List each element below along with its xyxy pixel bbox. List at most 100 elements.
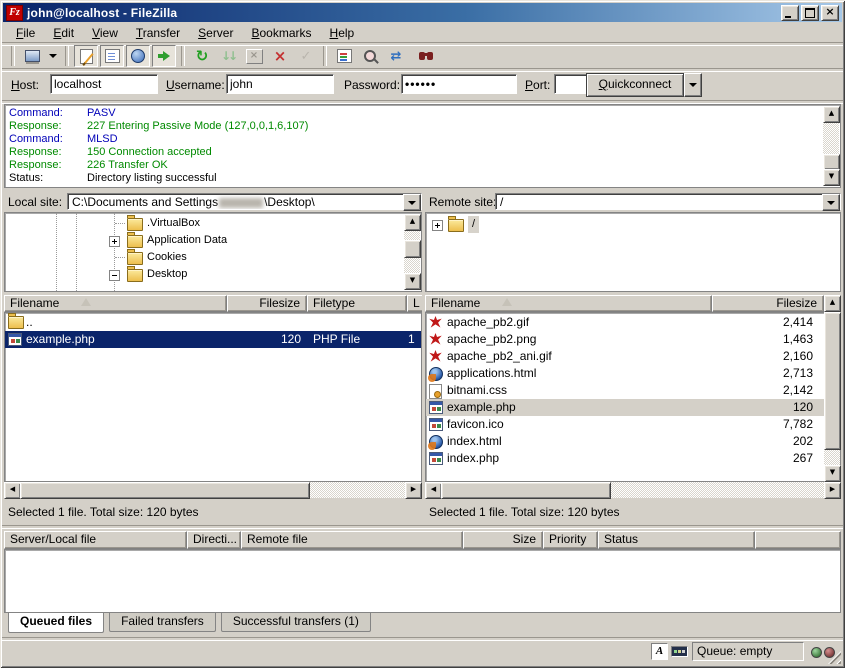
toolbar-separator (65, 46, 69, 66)
menu-item-transfer[interactable]: Transfer (127, 25, 189, 41)
file-row[interactable]: apache_pb2.png1,463 (426, 331, 824, 348)
scroll-down-button[interactable]: ▼ (404, 273, 421, 290)
file-name: apache_pb2.gif (447, 314, 702, 331)
file-row[interactable]: applications.html2,713 (426, 365, 824, 382)
remote-site-row: Remote site: / (425, 193, 841, 211)
menu-item-server[interactable]: Server (189, 25, 242, 41)
tab-successful-transfers[interactable]: Successful transfers (1) (221, 613, 371, 632)
tab-failed-transfers[interactable]: Failed transfers (109, 613, 216, 632)
tree-item-cookies[interactable]: Cookies (5, 249, 421, 266)
log-scrollbar[interactable]: ▲ ▼ (823, 106, 839, 186)
tab-queued-files[interactable]: Queued files (8, 613, 104, 633)
toggle-local-tree-button[interactable] (100, 45, 124, 67)
scroll-right-button[interactable]: ▶ (405, 482, 422, 499)
file-name: applications.html (447, 365, 702, 382)
remote-list-hscrollbar[interactable]: ◀ ▶ (425, 482, 841, 498)
close-button[interactable]: × (821, 5, 839, 21)
scrollbar-thumb[interactable] (823, 154, 840, 170)
cancel-operation-button[interactable]: × (242, 45, 266, 67)
file-row[interactable]: bitnami.css2,142 (426, 382, 824, 399)
file-row-selected[interactable]: example.php120 (426, 399, 824, 416)
scroll-up-button[interactable]: ▲ (404, 214, 421, 231)
minimize-button[interactable] (781, 5, 799, 21)
disconnect-button[interactable]: × (268, 45, 292, 67)
quickconnect-dropdown-button[interactable] (684, 73, 702, 97)
toggle-remote-tree-button[interactable] (126, 45, 150, 67)
file-row-example-php[interactable]: example.php 120 PHP File 1 (5, 331, 421, 348)
file-row[interactable]: apache_pb2_ani.gif2,160 (426, 348, 824, 365)
column-header-filetype[interactable]: Filetype (307, 295, 407, 312)
scrollbar-thumb[interactable] (441, 482, 611, 499)
file-row[interactable]: favicon.ico7,782 (426, 416, 824, 433)
column-header-filename[interactable]: Filename (425, 295, 712, 312)
toggle-message-log-button[interactable] (74, 45, 98, 67)
local-site-dropdown-button[interactable] (403, 194, 421, 211)
file-name: index.php (447, 450, 702, 467)
collapse-minus-icon[interactable] (109, 270, 120, 281)
find-files-button[interactable] (410, 45, 434, 67)
scroll-right-button[interactable]: ▶ (824, 482, 841, 499)
menu-item-bookmarks[interactable]: Bookmarks (242, 25, 320, 41)
column-header-last-modified[interactable]: L (407, 295, 422, 312)
tree-item-virtualbox[interactable]: .VirtualBox (5, 215, 421, 232)
toggle-queue-button[interactable] (152, 45, 176, 67)
scrollbar-thumb[interactable] (824, 312, 841, 450)
minimize-icon (785, 16, 791, 18)
menu-item-edit[interactable]: Edit (44, 25, 83, 41)
scroll-left-button[interactable]: ◀ (425, 482, 442, 499)
file-modified: 1 (408, 331, 422, 348)
process-queue-button[interactable]: ↓↓ (216, 45, 240, 67)
remote-list-scrollbar[interactable]: ▲ ▼ (824, 295, 840, 482)
tree-item-application-data[interactable]: Application Data (5, 232, 421, 249)
remote-site-dropdown-button[interactable] (822, 194, 840, 211)
refresh-button[interactable]: ↻ (190, 45, 214, 67)
site-manager-button[interactable] (20, 45, 44, 67)
synchronized-browsing-button[interactable]: ⇄ (384, 45, 408, 67)
local-tree-scrollbar[interactable]: ▲ ▼ (404, 214, 420, 290)
menu-item-file[interactable]: File (7, 25, 44, 41)
tree-item-root[interactable]: / (426, 216, 840, 233)
site-manager-dropdown-button[interactable] (46, 45, 60, 67)
scroll-down-button[interactable]: ▼ (823, 169, 840, 186)
column-header-status[interactable]: Status (598, 531, 755, 549)
column-header-size[interactable]: Size (463, 531, 543, 549)
expand-plus-icon[interactable] (432, 220, 443, 231)
log-text: 226 Transfer OK (87, 159, 168, 172)
password-input[interactable] (401, 74, 517, 94)
tree-connector (115, 223, 125, 224)
remote-site-combobox[interactable]: / (495, 193, 841, 210)
expand-plus-icon[interactable] (109, 236, 120, 247)
maximize-icon (805, 8, 815, 18)
tree-item-desktop[interactable]: Desktop (5, 266, 421, 283)
scroll-left-button[interactable]: ◀ (4, 482, 21, 499)
scroll-down-button[interactable]: ▼ (824, 465, 841, 482)
scroll-up-button[interactable]: ▲ (823, 106, 840, 123)
column-header-filename[interactable]: Filename (4, 295, 227, 312)
scrollbar-thumb[interactable] (404, 240, 421, 258)
menu-item-help[interactable]: Help (321, 25, 364, 41)
folder-icon (8, 316, 24, 329)
column-header-server-local-file[interactable]: Server/Local file (4, 531, 187, 549)
local-list-hscrollbar[interactable]: ◀ ▶ (4, 482, 422, 498)
column-header-filesize[interactable]: Filesize (712, 295, 824, 312)
reconnect-button[interactable]: ✓ (294, 45, 318, 67)
username-input[interactable] (226, 74, 334, 94)
directory-comparison-button[interactable] (358, 45, 382, 67)
host-input[interactable] (50, 74, 158, 94)
maximize-button[interactable] (801, 5, 819, 21)
remote-file-list: apache_pb2.gif2,414 apache_pb2.png1,463 … (425, 312, 841, 482)
file-row[interactable]: apache_pb2.gif2,414 (426, 314, 824, 331)
scrollbar-thumb[interactable] (20, 482, 310, 499)
file-row[interactable]: index.html202 (426, 433, 824, 450)
column-header-priority[interactable]: Priority (543, 531, 598, 549)
menu-item-view[interactable]: View (83, 25, 127, 41)
directory-listing-filters-button[interactable] (332, 45, 356, 67)
column-header-direction[interactable]: Directi... (187, 531, 241, 549)
column-header-filesize[interactable]: Filesize (227, 295, 307, 312)
column-header-remote-file[interactable]: Remote file (241, 531, 463, 549)
scroll-up-button[interactable]: ▲ (824, 295, 841, 312)
local-site-combobox[interactable]: C:\Documents and Settings\Desktop\ (67, 193, 422, 210)
file-row[interactable]: index.php267 (426, 450, 824, 467)
file-row-updir[interactable]: .. (5, 314, 421, 331)
quickconnect-button[interactable]: Quickconnect (586, 73, 684, 97)
